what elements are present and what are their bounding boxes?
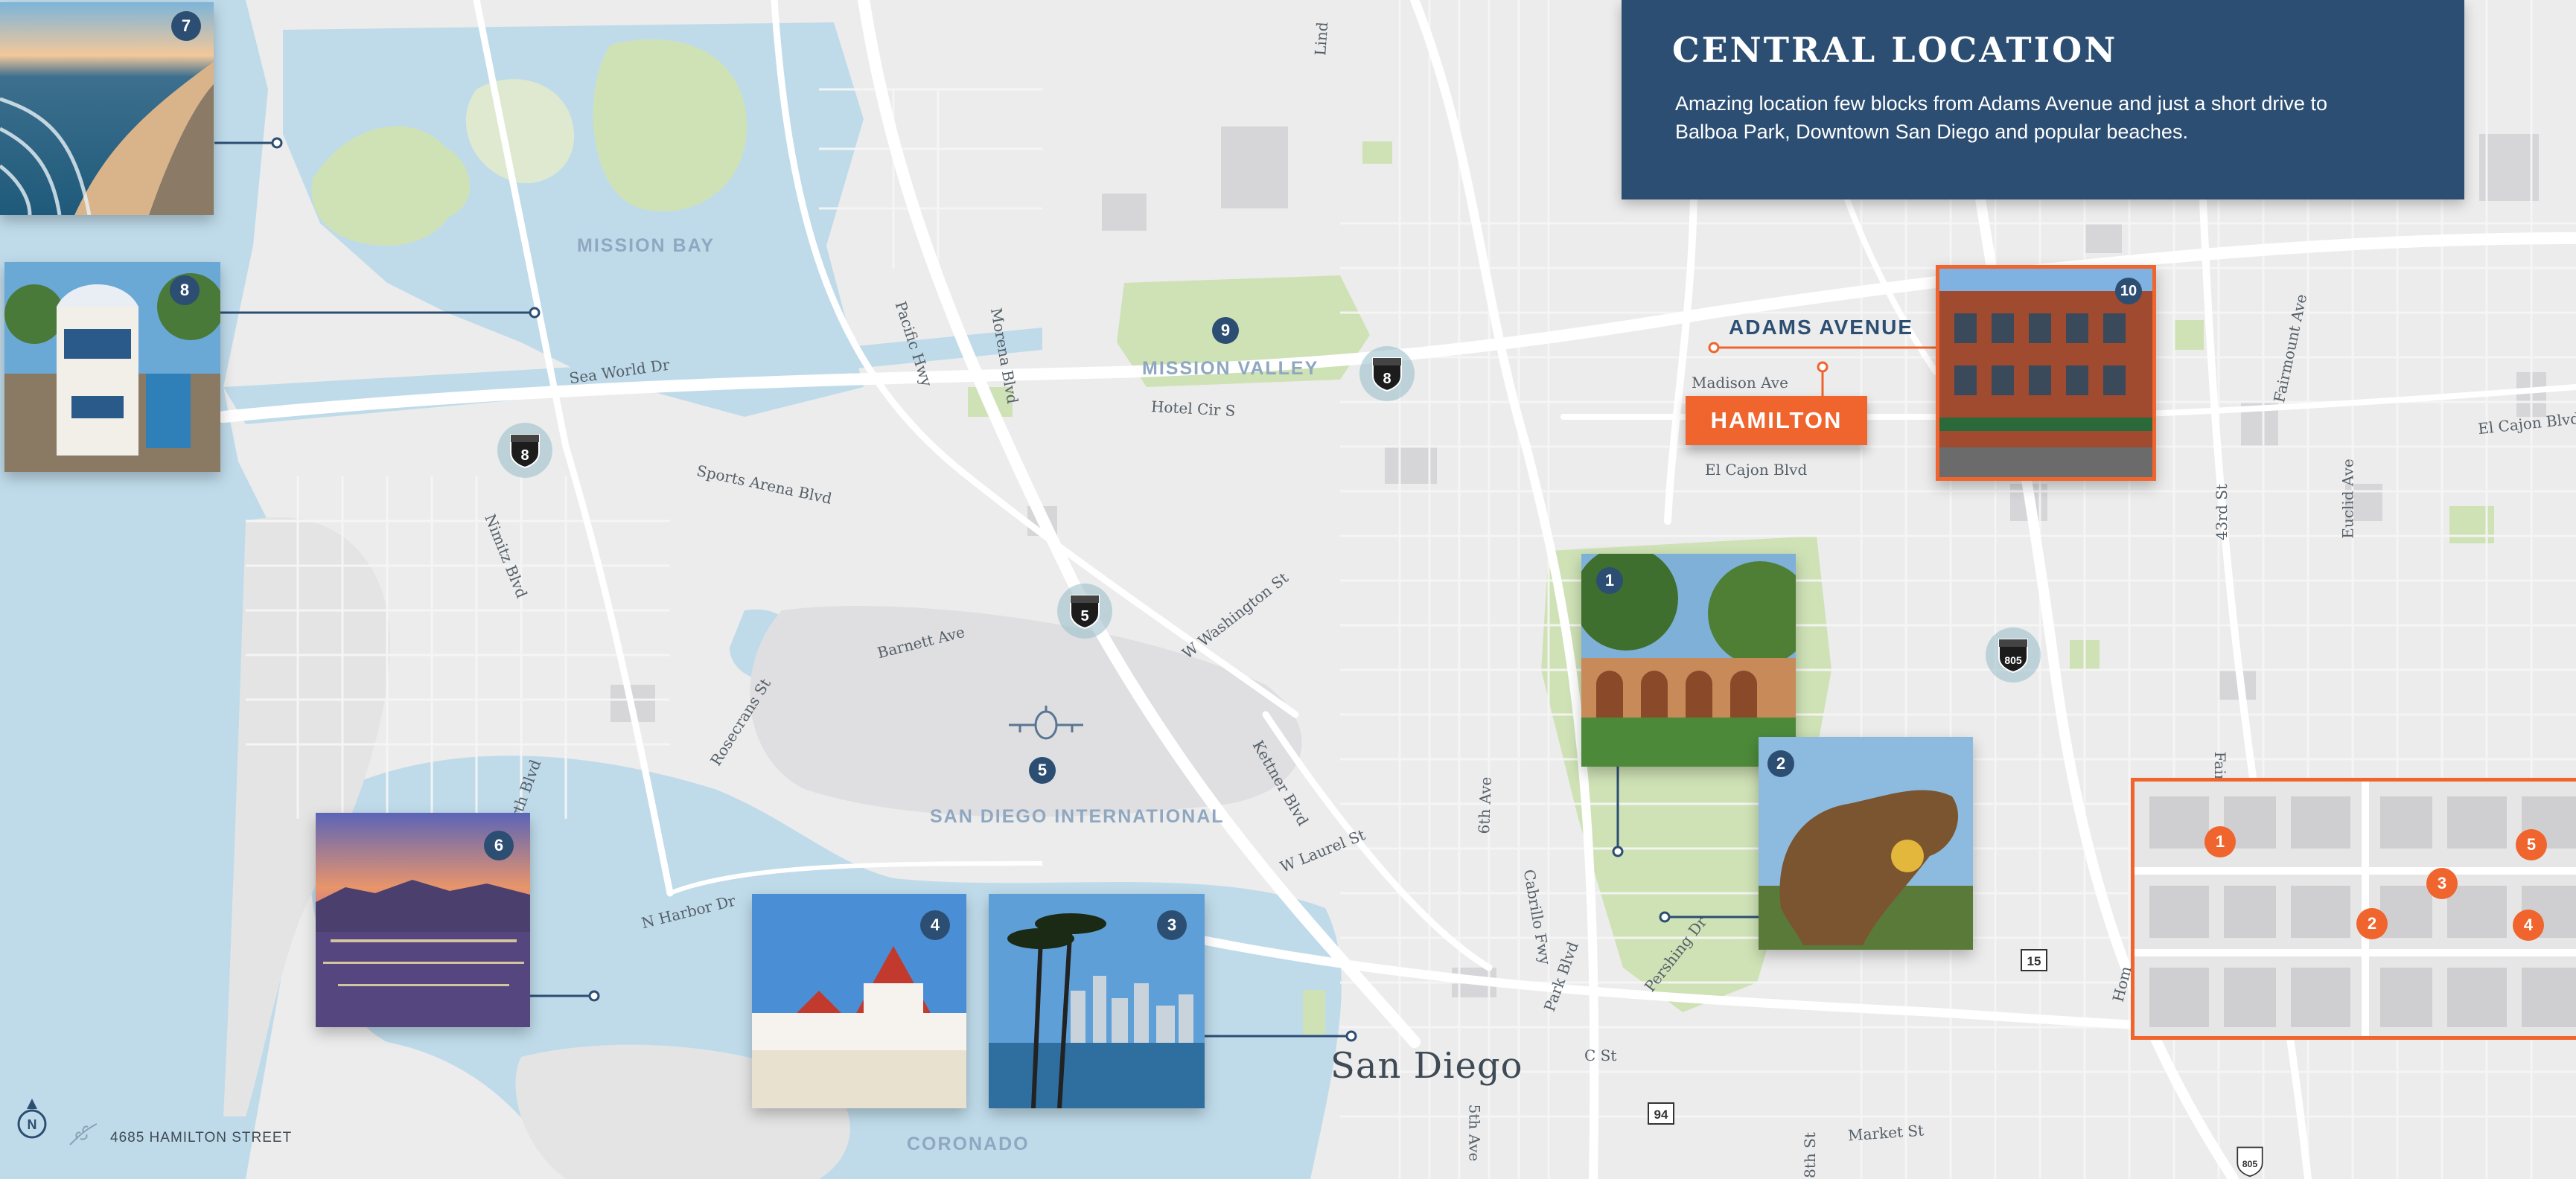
compass-label: N xyxy=(28,1117,37,1132)
inset-marker-4[interactable]: 4 xyxy=(2513,910,2544,941)
inset-marker-5[interactable]: 5 xyxy=(2516,829,2547,860)
adams-avenue-label: ADAMS AVENUE xyxy=(1729,316,1914,339)
photo-10-adams-avenue[interactable]: 10 xyxy=(1936,265,2156,481)
photo-6-skyline-dusk[interactable]: 6 xyxy=(316,813,530,1027)
photo-4-hotel-del[interactable]: 4 xyxy=(752,894,966,1108)
inset-marker-1[interactable]: 1 xyxy=(2204,826,2236,857)
map-stage: MISSION BAY MISSION VALLEY SAN DIEGO INT… xyxy=(0,0,2576,1179)
marker-3-badge[interactable]: 3 xyxy=(1157,910,1187,940)
downtown-inset-map[interactable]: 1 2 3 4 5 xyxy=(2131,778,2576,1040)
city-label-san-diego: San Diego xyxy=(1330,1045,1523,1087)
photo-2-zoo-lion[interactable]: 2 xyxy=(1759,737,1973,950)
inset-marker-2[interactable]: 2 xyxy=(2356,908,2388,939)
panel-title: CENTRAL LOCATION xyxy=(1672,30,2118,70)
marker-2-badge[interactable]: 2 xyxy=(1767,750,1794,777)
photo-1-balboa-park[interactable]: 1 xyxy=(1581,554,1796,767)
marker-5-badge[interactable]: 5 xyxy=(1029,757,1056,784)
leaf-logo-icon xyxy=(69,1123,98,1146)
panel-body: Amazing location few blocks from Adams A… xyxy=(1675,92,2327,143)
airplane-icon xyxy=(1009,706,1083,740)
marker-9-badge[interactable]: 9 xyxy=(1212,317,1239,344)
marker-4-badge[interactable]: 4 xyxy=(920,910,950,940)
marker-7-badge[interactable]: 7 xyxy=(171,11,201,41)
photo-7-beach[interactable]: 7 xyxy=(0,2,214,215)
marker-1-badge[interactable]: 1 xyxy=(1596,567,1623,594)
footer-address: 4685 HAMILTON STREET xyxy=(110,1130,293,1146)
photo-8-seaworld[interactable]: 8 xyxy=(4,262,220,472)
marker-6-badge[interactable]: 6 xyxy=(484,831,514,860)
hamilton-marker[interactable]: HAMILTON xyxy=(1686,396,1867,445)
marker-8-badge[interactable]: 8 xyxy=(170,275,200,305)
marker-10-badge[interactable]: 10 xyxy=(2115,278,2142,304)
photo-3-downtown-palms[interactable]: 3 xyxy=(989,894,1205,1108)
inset-marker-3[interactable]: 3 xyxy=(2426,868,2458,899)
central-location-panel: CENTRAL LOCATION Amazing location few bl… xyxy=(1622,0,2464,199)
compass-icon: N xyxy=(15,1097,49,1142)
